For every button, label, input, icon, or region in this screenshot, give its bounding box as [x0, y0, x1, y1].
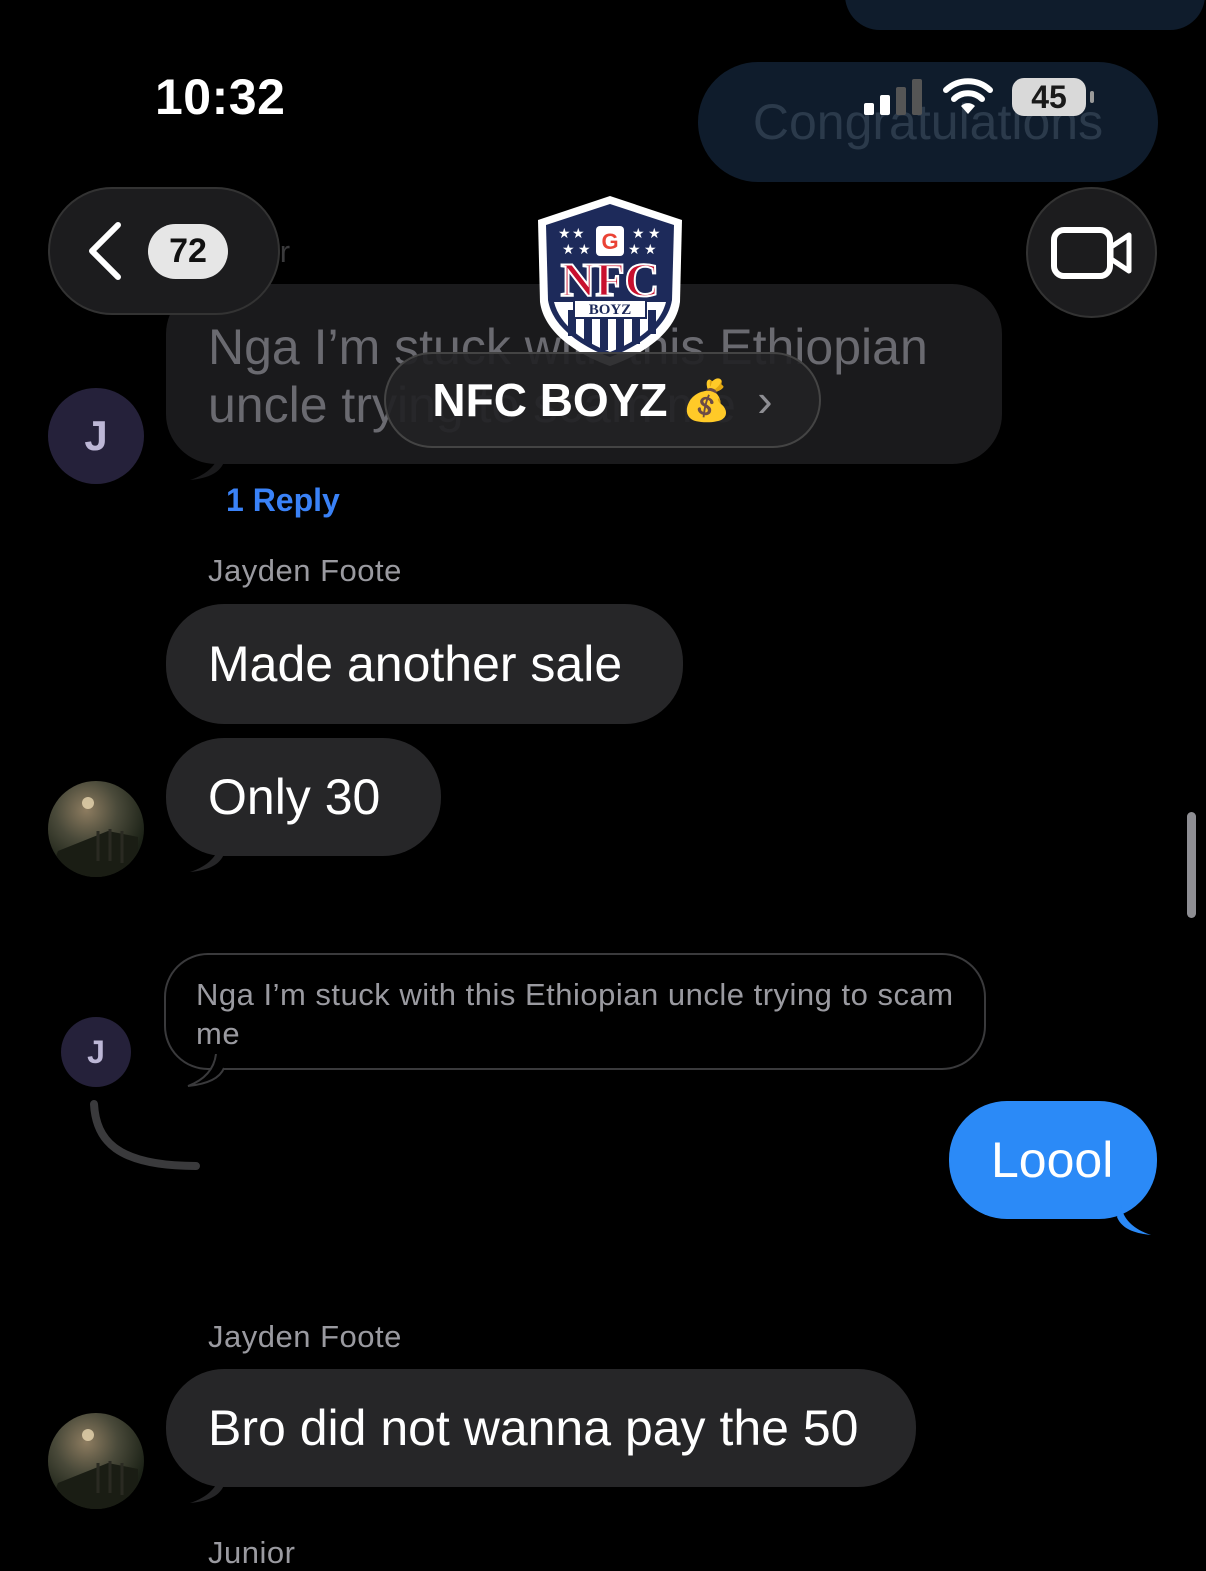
- back-button[interactable]: 72: [48, 187, 280, 315]
- avatar-photo-image: [48, 1429, 138, 1509]
- scrollbar[interactable]: [1187, 812, 1196, 918]
- reply-thread-line: [90, 1100, 200, 1170]
- money-bag-icon: 💰: [681, 378, 732, 423]
- avatar-photo-image: [48, 797, 138, 877]
- avatar[interactable]: J: [61, 1017, 131, 1087]
- bubble-tail: [190, 842, 224, 872]
- cellular-signal-icon: [864, 79, 922, 115]
- message-bubble[interactable]: Bro did not wanna pay the 50: [166, 1369, 916, 1503]
- status-icons: 45: [864, 78, 1094, 116]
- bubble-tail: [187, 1054, 225, 1087]
- chevron-right-icon: ›: [757, 374, 773, 426]
- avatar-photo[interactable]: [48, 1413, 144, 1509]
- bubble-tail: [190, 1473, 224, 1503]
- avatar-photo[interactable]: [48, 781, 144, 877]
- unread-count-badge: 72: [148, 223, 228, 279]
- svg-text:★: ★: [648, 226, 661, 242]
- sent-message-bubble[interactable]: Loool: [949, 1101, 1157, 1235]
- svg-text:★: ★: [632, 226, 645, 242]
- status-time: 10:32: [155, 69, 286, 125]
- message-text: Made another sale: [208, 636, 623, 692]
- sender-name-partial: Junior: [208, 1535, 296, 1570]
- message-bubble[interactable]: Made another sale: [166, 604, 683, 724]
- svg-text:★: ★: [558, 226, 571, 242]
- nfc-shield-icon: ★ ★ ★ ★ ★ ★ ★ ★ G NFC BOYZ: [538, 196, 682, 366]
- chevron-left-icon: [89, 222, 121, 280]
- message-bubble[interactable]: Only 30: [166, 738, 441, 872]
- sender-name: Jayden Foote: [208, 553, 402, 588]
- message-text: Bro did not wanna pay the 50: [208, 1400, 859, 1456]
- video-camera-icon: [1050, 226, 1131, 279]
- battery-icon: 45: [1012, 78, 1094, 116]
- avatar[interactable]: J: [48, 388, 144, 484]
- message-text: Only 30: [208, 769, 381, 825]
- avatar-initial: J: [84, 412, 108, 459]
- previous-sent-bubble: [845, 0, 1205, 30]
- logo-subtext: BOYZ: [589, 302, 632, 318]
- svg-text:G: G: [601, 229, 618, 254]
- wifi-icon: [943, 78, 993, 114]
- sender-name: Jayden Foote: [208, 1319, 402, 1354]
- message-text: Loool: [991, 1132, 1114, 1188]
- reply-count-link[interactable]: 1 Reply: [226, 482, 340, 519]
- avatar-initial: J: [87, 1033, 105, 1070]
- group-name: NFC BOYZ: [432, 374, 668, 426]
- group-avatar-logo[interactable]: ★ ★ ★ ★ ★ ★ ★ ★ G NFC BOYZ: [532, 192, 688, 368]
- facetime-video-button[interactable]: [1026, 187, 1157, 318]
- svg-text:★: ★: [572, 226, 585, 242]
- bubble-tail: [1117, 1205, 1151, 1235]
- quoted-message-bubble[interactable]: Nga I’m stuck with this Ethiopian uncle …: [164, 953, 986, 1087]
- quoted-message-text: Nga I’m stuck with this Ethiopian uncle …: [196, 977, 954, 1051]
- group-name-button[interactable]: NFC BOYZ 💰 ›: [384, 352, 821, 448]
- battery-level: 45: [1031, 78, 1067, 115]
- bubble-tail: [190, 450, 224, 480]
